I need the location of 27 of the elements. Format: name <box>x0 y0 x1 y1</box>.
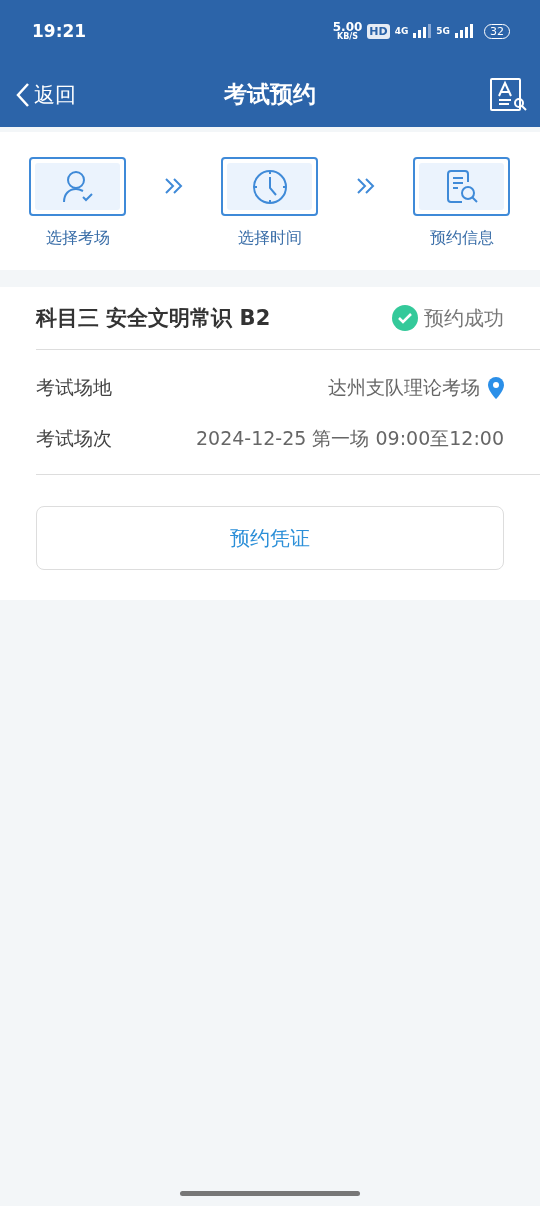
clock-icon <box>251 168 288 205</box>
voucher-button[interactable]: 预约凭证 <box>36 506 504 570</box>
field-label: 考试场地 <box>36 374 112 400</box>
double-chevron-icon <box>163 177 184 195</box>
network-speed: 5.00 <box>332 21 363 33</box>
hd-badge: HD <box>367 23 390 39</box>
step-label: 选择考场 <box>45 228 110 249</box>
network-type: 4G <box>394 26 409 36</box>
location-pin-icon[interactable] <box>488 376 504 399</box>
field-value: 达州支队理论考场 <box>328 374 480 400</box>
field-value: 2024-12-25 第一场 09:00至12:00 <box>196 425 504 451</box>
speed-unit: KB/S <box>337 33 359 41</box>
signal-icon <box>413 24 432 38</box>
status-time: 19:21 <box>32 21 87 41</box>
person-check-icon <box>60 168 95 205</box>
double-chevron-icon <box>355 177 376 195</box>
signal-icon <box>455 24 473 38</box>
network-type: 5G <box>436 26 450 36</box>
step-label: 选择时间 <box>237 228 302 249</box>
page-title: 考试预约 <box>224 80 316 109</box>
field-label: 考试场次 <box>36 425 112 451</box>
back-button[interactable]: 返回 <box>16 80 76 109</box>
step-label: 预约信息 <box>429 228 494 249</box>
subject-title: 科目三 安全文明常识 B2 <box>36 305 271 332</box>
back-chevron-icon <box>16 81 30 108</box>
status-text: 预约成功 <box>424 304 504 332</box>
document-search-button[interactable] <box>490 77 528 112</box>
